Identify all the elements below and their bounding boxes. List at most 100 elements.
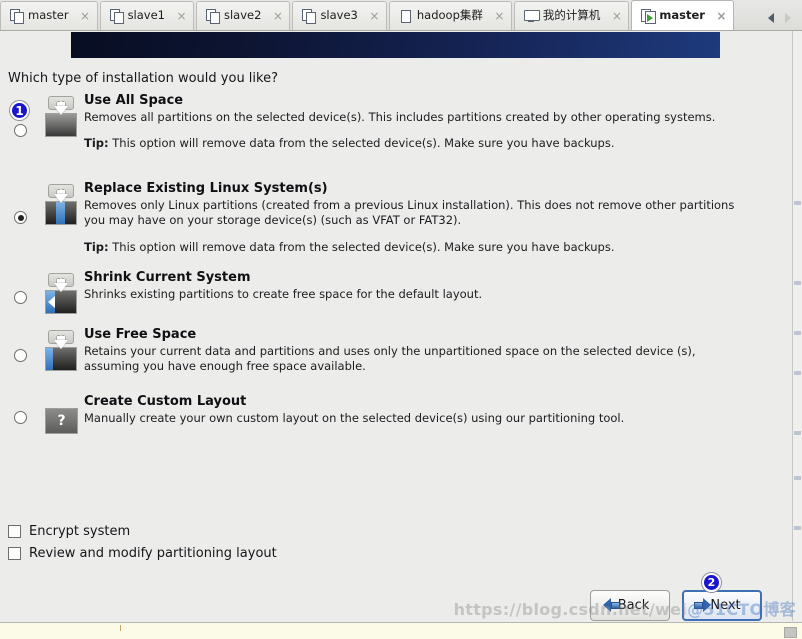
- option-replace-existing-linux[interactable]: os Replace Existing Linux System(s) Remo…: [0, 181, 760, 270]
- checkbox-row-review-layout[interactable]: Review and modify partitioning layout: [8, 542, 277, 564]
- radio-replace-existing-linux[interactable]: [14, 211, 27, 224]
- option-checkboxes: Encrypt system Review and modify partiti…: [8, 520, 277, 564]
- page-title: Which type of installation would you lik…: [8, 71, 278, 86]
- option-description: Removes all partitions on the selected d…: [84, 110, 716, 124]
- next-button-label: Next: [710, 598, 741, 613]
- checkbox-label: Review and modify partitioning layout: [29, 545, 277, 561]
- tip-text: This option will remove data from the se…: [112, 239, 615, 254]
- tab-close-icon[interactable]: ×: [176, 10, 187, 22]
- radio-use-free-space[interactable]: [14, 349, 27, 362]
- option-title: Use Free Space: [84, 327, 197, 342]
- disk-custom-layout-icon: ?: [40, 397, 82, 441]
- checkbox-review-modify-partitioning-layout[interactable]: [8, 546, 21, 560]
- option-title: Shrink Current System: [84, 270, 251, 285]
- tab-label: slave3: [320, 8, 358, 23]
- drive-graphic: [45, 347, 77, 371]
- radio-create-custom-layout[interactable]: [14, 411, 27, 424]
- document-single-icon: [399, 9, 412, 23]
- left-arrow-icon: [48, 296, 55, 308]
- tab-my-computer[interactable]: 我的计算机 ×: [513, 1, 630, 30]
- tab-slave2[interactable]: slave2 ×: [196, 1, 291, 30]
- document-running-icon: [641, 8, 657, 24]
- checkbox-label: Encrypt system: [29, 523, 131, 539]
- scroll-tabs-left-icon[interactable]: [768, 13, 774, 23]
- option-title: Create Custom Layout: [84, 394, 247, 409]
- scroll-tabs-right-icon[interactable]: [785, 13, 791, 23]
- installer-banner: [71, 32, 720, 58]
- option-description: Retains your current data and partitions…: [84, 344, 696, 374]
- tab-close-icon[interactable]: ×: [611, 10, 622, 22]
- tab-label: master: [659, 7, 705, 22]
- tab-slave3[interactable]: slave3 ×: [292, 1, 387, 30]
- option-use-free-space[interactable]: os Use Free Space Retains your current d…: [0, 327, 760, 394]
- drive-graphic: [45, 113, 77, 137]
- disk-free-space-icon: os: [40, 330, 82, 374]
- option-text: Use All Space Removes all partitions on …: [84, 93, 760, 150]
- document-icon: [206, 9, 220, 24]
- installation-type-options: 1 os Use All Space Removes all partition…: [0, 93, 760, 444]
- option-description: Shrinks existing partitions to create fr…: [84, 287, 483, 301]
- option-tip: Tip: This option will remove data from t…: [84, 136, 752, 150]
- option-text: Shrink Current System Shrinks existing p…: [84, 270, 760, 302]
- tab-close-icon[interactable]: ×: [80, 10, 91, 22]
- tab-close-icon[interactable]: ×: [716, 10, 727, 22]
- monitor-icon: [523, 9, 540, 23]
- tab-label: hadoop集群: [416, 8, 483, 23]
- tab-hadoop-cluster[interactable]: hadoop集群 ×: [388, 1, 512, 30]
- document-icon: [109, 9, 124, 24]
- disk-use-all-space-icon: os: [40, 96, 82, 140]
- down-arrow-icon: [54, 283, 68, 292]
- tab-label: slave1: [127, 8, 165, 23]
- option-use-all-space[interactable]: 1 os Use All Space Removes all partition…: [0, 93, 760, 181]
- option-tip: Tip: This option will remove data from t…: [84, 240, 752, 254]
- radio-shrink-current-system[interactable]: [14, 291, 27, 304]
- down-arrow-icon: [54, 340, 68, 349]
- tab-bar: master × slave1 × slave2 × slave3 × hado…: [0, 0, 802, 31]
- tab-slave1[interactable]: slave1 ×: [99, 1, 194, 30]
- document-icon: [10, 9, 24, 24]
- tab-close-icon[interactable]: ×: [369, 10, 380, 22]
- down-arrow-icon: [54, 194, 68, 203]
- checkbox-encrypt-system[interactable]: [8, 524, 21, 538]
- tab-close-icon[interactable]: ×: [494, 10, 505, 22]
- play-triangle-icon: [647, 13, 654, 22]
- tab-label: master: [28, 8, 69, 23]
- tip-text: This option will remove data from the se…: [112, 136, 615, 151]
- option-text: Create Custom Layout Manually create you…: [84, 394, 760, 426]
- footer-buttons: Back Next 2: [590, 573, 762, 621]
- icon-cell: os: [38, 93, 84, 141]
- option-title: Replace Existing Linux System(s): [84, 181, 328, 196]
- tip-label: Tip:: [84, 239, 109, 254]
- icon-cell: os: [38, 270, 84, 318]
- tab-label: 我的计算机: [542, 8, 601, 23]
- tab-scroll-controls: [768, 13, 802, 30]
- option-description: Manually create your own custom layout o…: [84, 411, 625, 425]
- drive-graphic: [45, 201, 77, 225]
- tab-master-active[interactable]: master ×: [631, 0, 734, 30]
- tab-close-icon[interactable]: ×: [272, 10, 283, 22]
- next-button[interactable]: Next: [682, 590, 762, 621]
- document-icon: [302, 9, 317, 24]
- disk-shrink-icon: os: [40, 273, 82, 317]
- option-text: Use Free Space Retains your current data…: [84, 327, 760, 375]
- option-shrink-current-system[interactable]: os Shrink Current System Shrinks existin…: [0, 270, 760, 327]
- icon-cell: os: [38, 327, 84, 375]
- icon-cell: ?: [38, 394, 84, 442]
- step-badge-2: 2: [702, 573, 721, 592]
- option-description: Removes only Linux partitions (created f…: [84, 198, 735, 228]
- question-mark-label: ?: [45, 408, 78, 434]
- tip-label: Tip:: [84, 136, 109, 151]
- vm-workstation-window: master × slave1 × slave2 × slave3 × hado…: [0, 0, 802, 639]
- down-arrow-icon: [54, 106, 68, 115]
- back-button-label: Back: [617, 598, 650, 613]
- back-button[interactable]: Back: [590, 590, 670, 621]
- option-create-custom-layout[interactable]: ? Create Custom Layout Manually create y…: [0, 394, 760, 444]
- status-bar: [0, 622, 802, 639]
- step-badge-1: 1: [10, 101, 29, 120]
- option-text: Replace Existing Linux System(s) Removes…: [84, 181, 760, 254]
- radio-use-all-space[interactable]: [14, 124, 27, 137]
- tab-label: slave2: [224, 8, 262, 23]
- tab-master-1[interactable]: master ×: [0, 1, 98, 30]
- right-edge-strip: [792, 31, 802, 621]
- checkbox-row-encrypt-system[interactable]: Encrypt system: [8, 520, 277, 542]
